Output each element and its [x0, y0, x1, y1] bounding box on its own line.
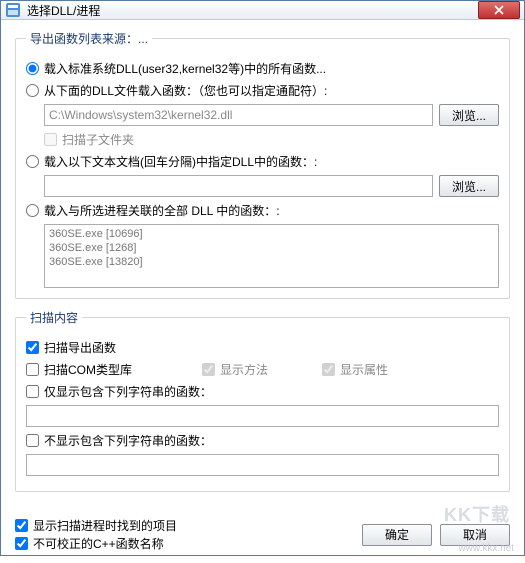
source-legend: 导出函数列表来源：... [26, 30, 152, 47]
scan-content-legend: 扫描内容 [26, 309, 82, 326]
bottom-bar: 显示扫描进程时找到的项目 不可校正的C++函数名称 确定 取消 [1, 510, 524, 563]
process-list-container: 360SE.exe [10696] 360SE.exe [1268] 360SE… [44, 224, 499, 288]
window-title: 选择DLL/进程 [27, 2, 478, 19]
scan-content-group: 扫描内容 扫描导出函数 扫描COM类型库 显示方法 显示属性 仅显示包含下列字符… [15, 309, 510, 492]
list-item[interactable]: 360SE.exe [1268] [49, 241, 494, 255]
radio-file-dll[interactable] [26, 84, 39, 97]
not-show-input-row [26, 454, 499, 476]
option-process-row: 载入与所选进程关联的全部 DLL 中的函数：: [26, 202, 499, 219]
radio-process[interactable] [26, 204, 39, 217]
show-found-row: 显示扫描进程时找到的项目 [15, 517, 177, 534]
checkbox-scan-subfolder[interactable] [44, 133, 57, 146]
checkbox-scan-com[interactable] [26, 363, 39, 376]
checkbox-not-show-label: 不显示包含下列字符串的函数： [44, 432, 212, 449]
no-fix-row: 不可校正的C++函数名称 [15, 535, 177, 552]
checkbox-only-show[interactable] [26, 385, 39, 398]
browse-dll-button[interactable]: 浏览... [439, 104, 499, 126]
list-item[interactable]: 360SE.exe [10696] [49, 227, 494, 241]
close-button[interactable] [478, 1, 520, 19]
process-listbox[interactable]: 360SE.exe [10696] 360SE.exe [1268] 360SE… [44, 224, 499, 288]
radio-process-label: 载入与所选进程关联的全部 DLL 中的函数：: [44, 202, 280, 219]
app-icon [5, 2, 21, 18]
checkbox-show-method-label: 显示方法 [220, 361, 268, 378]
radio-text-file[interactable] [26, 155, 39, 168]
checkbox-scan-export-label: 扫描导出函数 [44, 339, 116, 356]
browse-text-button[interactable]: 浏览... [439, 175, 499, 197]
radio-text-file-label: 载入以下文本文档(回车分隔)中指定DLL中的函数：: [44, 153, 317, 170]
only-show-input[interactable] [26, 405, 499, 427]
option-text-file-row: 载入以下文本文档(回车分隔)中指定DLL中的函数：: [26, 153, 499, 170]
ok-button[interactable]: 确定 [362, 524, 432, 546]
dll-path-row: 浏览... [44, 104, 499, 126]
source-group: 导出函数列表来源：... 载入标准系统DLL(user32,kernel32等)… [15, 30, 510, 299]
text-file-path-input[interactable] [44, 175, 433, 197]
checkbox-no-fix[interactable] [15, 537, 28, 550]
scan-subfolder-row: 扫描子文件夹 [44, 131, 499, 148]
footer-checks: 显示扫描进程时找到的项目 不可校正的C++函数名称 [15, 516, 177, 553]
radio-standard-dll[interactable] [26, 62, 39, 75]
checkbox-scan-export[interactable] [26, 341, 39, 354]
checkbox-show-prop[interactable] [322, 363, 335, 376]
checkbox-only-show-label: 仅显示包含下列字符串的函数： [44, 383, 212, 400]
scan-export-row: 扫描导出函数 [26, 339, 499, 356]
not-show-input[interactable] [26, 454, 499, 476]
checkbox-no-fix-label: 不可校正的C++函数名称 [33, 535, 164, 552]
checkbox-show-found-label: 显示扫描进程时找到的项目 [33, 517, 177, 534]
text-file-path-row: 浏览... [44, 175, 499, 197]
option-file-dll-row: 从下面的DLL文件载入函数：（您也可以指定通配符）: [26, 82, 499, 99]
checkbox-show-prop-label: 显示属性 [340, 361, 388, 378]
dialog-body: 导出函数列表来源：... 载入标准系统DLL(user32,kernel32等)… [1, 20, 524, 510]
dll-path-input[interactable] [44, 104, 433, 126]
option-standard-dll-row: 载入标准系统DLL(user32,kernel32等)中的所有函数... [26, 60, 499, 77]
checkbox-show-found[interactable] [15, 519, 28, 532]
radio-file-dll-label: 从下面的DLL文件载入函数：（您也可以指定通配符）: [44, 82, 327, 99]
cancel-button[interactable]: 取消 [440, 524, 510, 546]
titlebar: 选择DLL/进程 [1, 1, 524, 20]
list-item[interactable]: 360SE.exe [13820] [49, 255, 494, 269]
not-show-row: 不显示包含下列字符串的函数： [26, 432, 499, 449]
dialog-window: 选择DLL/进程 导出函数列表来源：... 载入标准系统DLL(user32,k… [0, 0, 525, 556]
checkbox-not-show[interactable] [26, 434, 39, 447]
only-show-input-row [26, 405, 499, 427]
radio-standard-dll-label: 载入标准系统DLL(user32,kernel32等)中的所有函数... [44, 60, 326, 77]
checkbox-scan-com-label: 扫描COM类型库 [44, 361, 132, 378]
only-show-row: 仅显示包含下列字符串的函数： [26, 383, 499, 400]
scan-com-row: 扫描COM类型库 显示方法 显示属性 [26, 361, 499, 378]
checkbox-scan-subfolder-label: 扫描子文件夹 [62, 131, 134, 148]
close-icon [494, 5, 504, 15]
checkbox-show-method[interactable] [202, 363, 215, 376]
